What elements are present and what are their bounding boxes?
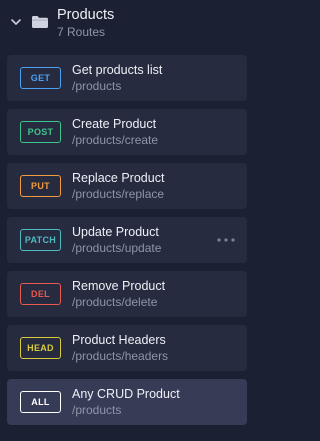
routes-panel: Products 7 Routes GET Get products list/p… — [0, 0, 256, 441]
method-badge: DEL — [20, 283, 61, 305]
route-item-del[interactable]: DEL Remove Product/products/delete — [7, 271, 247, 317]
route-title: Update Product — [72, 225, 159, 239]
route-title: Replace Product — [72, 171, 165, 185]
more-horizontal-icon[interactable] — [215, 231, 237, 249]
route-item-head[interactable]: HEAD Product Headers/products/headers — [7, 325, 247, 371]
method-badge: ALL — [20, 391, 61, 413]
route-path: /products — [72, 79, 122, 93]
route-list: GET Get products list/products POST Create … — [7, 55, 247, 433]
method-badge: PATCH — [20, 229, 61, 251]
route-count: 7 Routes — [57, 25, 106, 39]
route-title: Create Product — [72, 117, 157, 131]
chevron-down-icon[interactable] — [10, 16, 22, 28]
method-badge: POST — [20, 121, 61, 143]
folder-icon — [32, 16, 48, 28]
route-item-put[interactable]: PUT Replace Product/products/replace — [7, 163, 247, 209]
route-path: /products/update — [72, 241, 162, 255]
method-badge: HEAD — [20, 337, 61, 359]
route-item-patch[interactable]: PATCH Update Product/products/update — [7, 217, 247, 263]
route-title: Remove Product — [72, 279, 166, 293]
route-item-get[interactable]: GET Get products list/products — [7, 55, 247, 101]
route-path: /products/create — [72, 133, 159, 147]
route-path: /products — [72, 403, 122, 417]
route-title: Get products list — [72, 63, 163, 77]
route-path: /products/headers — [72, 349, 169, 363]
route-title: Product Headers — [72, 333, 166, 347]
route-path: /products/replace — [72, 187, 165, 201]
route-path: /products/delete — [72, 295, 158, 309]
group-header[interactable]: Products 7 Routes — [0, 0, 256, 50]
route-item-all[interactable]: ALL Any CRUD Product/products — [7, 379, 247, 425]
method-badge: PUT — [20, 175, 61, 197]
group-title: Products — [57, 7, 115, 23]
route-item-post[interactable]: POST Create Product/products/create — [7, 109, 247, 155]
route-title: Any CRUD Product — [72, 387, 180, 401]
method-badge: GET — [20, 67, 61, 89]
